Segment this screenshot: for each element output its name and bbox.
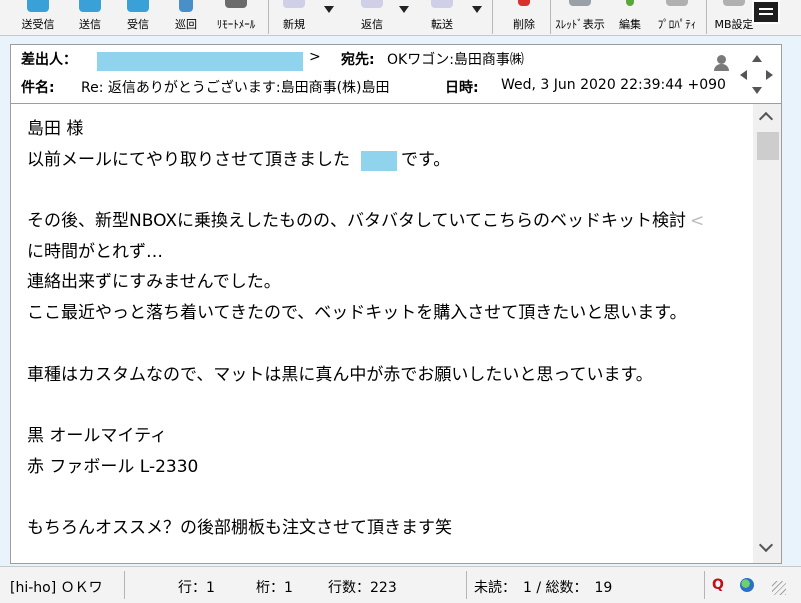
to-label: 宛先: (341, 52, 375, 68)
body-line: 以前メールにてやり取りさせて頂きました です。 (27, 149, 451, 171)
remote-mail-icon (225, 0, 247, 8)
mailbox-settings-label: MB設定 (714, 18, 754, 31)
body-line: もちろんオススメ？の後部棚板も注文させて頂きます笑 (27, 517, 452, 538)
remote-mail-button[interactable]: ﾘﾓｰﾄﾒｰﾙ (210, 0, 262, 36)
status-unread-total: 未読： 1 / 総数： 19 (474, 580, 613, 596)
scroll-up-icon[interactable] (758, 111, 774, 127)
mailbox-settings-button[interactable]: MB設定 (710, 0, 758, 36)
edit-button[interactable]: 編集 (610, 0, 650, 36)
properties-label: ﾌﾟﾛﾊﾟﾃｨ (657, 18, 697, 31)
new-mail-button[interactable]: 新規 (274, 0, 314, 36)
from-redacted (97, 52, 303, 71)
body-line: 赤 ファボール L-2330 (27, 456, 199, 477)
receive-icon (127, 0, 149, 12)
send-receive-button[interactable]: 送受信 (14, 0, 62, 36)
date-label: 日時: (445, 80, 479, 96)
toolbar-separator (550, 0, 551, 34)
body-line: に時間がとれず… (27, 241, 163, 262)
send-icon (79, 0, 101, 12)
q-icon[interactable]: Q (712, 577, 724, 593)
body-line: 車種はカスタムなので、マットは黒に真ん中が赤でお願いしたいと思っています。 (27, 364, 653, 385)
status-col: 桁：1 (256, 580, 293, 596)
body-line: 島田 様 (27, 119, 84, 139)
window-menu-icon[interactable] (752, 0, 780, 24)
body-line (27, 329, 757, 360)
status-separator (124, 571, 125, 599)
forward-label: 転送 (431, 18, 453, 31)
send-receive-icon (27, 0, 49, 12)
status-mailbox: [hi-ho] ＯＫワ (10, 580, 103, 596)
body-line: 連絡出来ずにすみませんでした。 (27, 272, 281, 293)
patrol-label: 巡回 (175, 18, 197, 31)
nav-arrows-icon[interactable] (739, 55, 775, 95)
from-label: 差出人： (21, 52, 77, 68)
new-mail-label: 新規 (283, 18, 305, 31)
subject-value: Re: 返信ありがとうございます:島田商事(株)島田 (81, 80, 390, 96)
header-line-2: 件名: Re: 返信ありがとうございます:島田商事(株)島田 日時: Wed, … (11, 77, 735, 105)
body-line (27, 175, 757, 206)
message-text[interactable]: 島田 様 以前メールにてやり取りさせて頂きました です。 その後、新型NBOXに… (27, 114, 757, 544)
reply-label: 返信 (361, 18, 383, 31)
body-line: その後、新型NBOXに乗換えしたものの、バタバタしていてこちらのベッドキット検討… (27, 211, 705, 232)
scrollbar-thumb[interactable] (757, 132, 779, 160)
delete-button[interactable]: 削除 (504, 0, 544, 36)
receive-label: 受信 (127, 18, 149, 31)
reply-icon (361, 0, 383, 8)
body-line: 黒 オールマイティ (27, 425, 168, 446)
edit-icon (626, 0, 634, 6)
globe-icon[interactable] (740, 578, 754, 592)
body-line: ここ最近やっと落ち着いてきたので、ベッドキットを購入させて頂きたいと思います。 (27, 303, 687, 324)
scroll-down-icon[interactable] (758, 537, 774, 553)
body-redacted (361, 150, 397, 171)
toolbar: 送受信 送信 受信 巡回 ﾘﾓｰﾄﾒｰﾙ 新規 返信 転送 削除 ｽﾚｯﾄﾞ表示 (0, 0, 801, 36)
forward-button[interactable]: 転送 (422, 0, 462, 36)
thread-view-button[interactable]: ｽﾚｯﾄﾞ表示 (554, 0, 606, 36)
properties-icon (666, 0, 688, 6)
date-value: Wed, 3 Jun 2020 22:39:44 +090 (501, 77, 726, 93)
to-value[interactable]: OKワゴン:島田商事㈱ (387, 49, 524, 69)
from-suffix: > (309, 49, 321, 65)
message-body[interactable]: 島田 様 以前メールにてやり取りさせて頂きました です。 その後、新型NBOXに… (10, 104, 782, 564)
resize-grip-icon[interactable] (772, 581, 786, 595)
status-row: 行：1 (178, 580, 215, 596)
patrol-icon (179, 0, 193, 12)
send-button[interactable]: 送信 (70, 0, 110, 36)
vertical-scrollbar[interactable] (753, 104, 781, 563)
status-line-count: 行数：223 (328, 580, 397, 596)
toolbar-separator (706, 0, 707, 34)
new-mail-dropdown-icon[interactable] (324, 6, 334, 13)
send-receive-label: 送受信 (21, 18, 55, 31)
forward-icon (431, 0, 453, 8)
delete-label: 削除 (513, 18, 535, 31)
wrap-marker: < (690, 211, 705, 232)
toolbar-separator (492, 0, 493, 34)
add-contact-icon[interactable] (713, 53, 731, 71)
remote-mail-label: ﾘﾓｰﾄﾒｰﾙ (216, 18, 256, 31)
properties-button[interactable]: ﾌﾟﾛﾊﾟﾃｨ (652, 0, 702, 36)
status-separator (466, 571, 467, 599)
reply-button[interactable]: 返信 (352, 0, 392, 36)
delete-icon (518, 0, 530, 6)
body-line (27, 390, 757, 421)
send-label: 送信 (79, 18, 101, 31)
reply-dropdown-icon[interactable] (399, 6, 409, 13)
thread-view-icon (569, 0, 591, 6)
thread-view-label: ｽﾚｯﾄﾞ表示 (555, 18, 605, 31)
body-line (27, 482, 757, 513)
receive-button[interactable]: 受信 (118, 0, 158, 36)
forward-dropdown-icon[interactable] (472, 6, 482, 13)
patrol-button[interactable]: 巡回 (166, 0, 206, 36)
edit-label: 編集 (619, 18, 641, 31)
status-separator (704, 571, 705, 599)
message-header: 差出人： > 宛先: OKワゴン:島田商事㈱ 件名: Re: 返信ありがとうござ… (10, 44, 782, 104)
toolbar-separator (268, 0, 269, 34)
subject-label: 件名: (21, 80, 55, 96)
mailbox-settings-icon (723, 0, 745, 6)
status-bar: [hi-ho] ＯＫワ 行：1 桁：1 行数：223 未読： 1 / 総数： 1… (0, 566, 801, 603)
new-mail-icon (283, 0, 305, 8)
header-line-1: 差出人： > 宛先: OKワゴン:島田商事㈱ (11, 49, 771, 77)
